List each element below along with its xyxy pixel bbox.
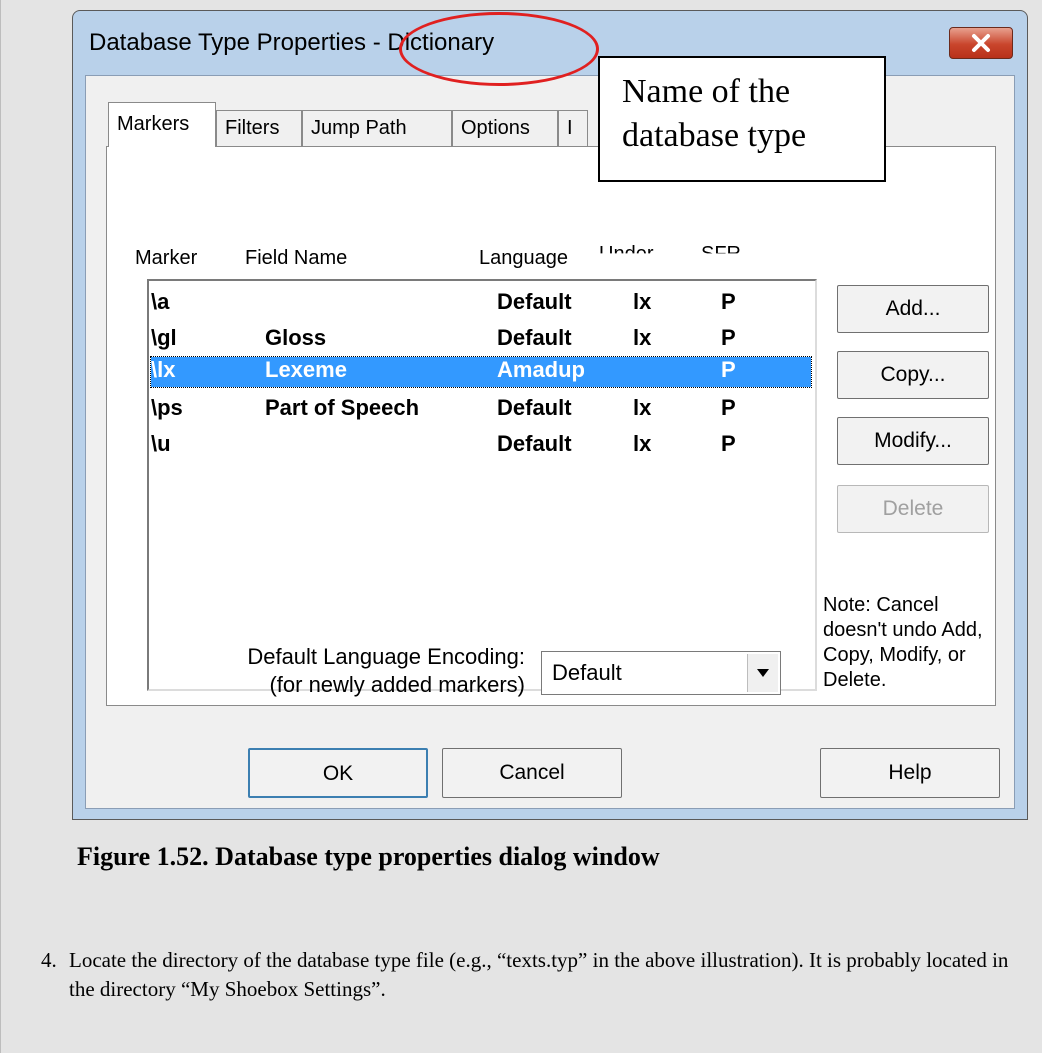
close-button[interactable] [949,27,1013,59]
delete-button[interactable]: Delete [837,485,989,533]
sfr-cell: P [721,357,736,382]
markers-tab-panel: Marker Field Name Language Under SFR \a … [106,146,996,706]
tab-jump-path[interactable]: Jump Path [302,110,452,146]
sfr-cell: P [721,395,736,420]
markers-list[interactable]: \a Default lx P \gl Gloss Default lx P \… [147,279,817,691]
dropdown-arrow-button[interactable] [747,654,778,692]
dialog-client-area: Markers Filters Jump Path Options I Mark… [85,75,1015,809]
marker-cell: \a [151,289,170,314]
sfr-cell: P [721,431,736,456]
highlight-ellipse [399,12,599,86]
under-cell: lx [633,289,652,314]
marker-cell: \ps [151,395,183,420]
add-button[interactable]: Add... [837,285,989,333]
column-header-under[interactable]: Under [599,243,653,253]
modify-button[interactable]: Modify... [837,417,989,465]
column-header-field-name[interactable]: Field Name [245,247,347,270]
language-cell: Default [497,289,572,314]
marker-cell: \gl [151,325,177,350]
marker-cell: \lx [151,357,176,382]
language-cell: Default [497,431,572,456]
callout-line1: Name of the [622,73,791,110]
annotation-callout: Name of the database type [598,56,886,182]
under-cell: lx [633,431,652,456]
sfr-cell: P [721,325,736,350]
field-name-cell: Gloss [265,325,327,350]
language-cell: Default [497,325,572,350]
field-name-cell: Part of Speech [265,395,420,420]
column-header-sfr[interactable]: SFR [701,243,741,253]
copy-button[interactable]: Copy... [837,351,989,399]
close-icon [972,34,990,52]
tab-options[interactable]: Options [452,110,558,146]
encoding-label: Default Language Encoding: (for newly ad… [185,643,525,699]
language-cell: Amadup [497,357,585,382]
step-number: 4. [41,948,57,972]
list-item-selected[interactable]: \lx Lexeme Amadup P [150,356,812,388]
under-cell: lx [633,325,652,350]
marker-cell: \u [151,431,171,456]
column-header-marker[interactable]: Marker [135,247,197,270]
chevron-down-icon [757,669,769,677]
tab-markers[interactable]: Markers [108,102,216,147]
tab-filters[interactable]: Filters [216,110,302,146]
step-text: Locate the directory of the database typ… [69,948,1009,1001]
help-button[interactable]: Help [820,748,1000,798]
document-page: Database Type Properties - Dictionary Ma… [0,0,1042,1053]
language-cell: Default [497,395,572,420]
callout-line2: database type [622,117,807,154]
under-cell: lx [633,395,652,420]
list-item[interactable]: \u Default lx P [151,427,811,463]
ok-button[interactable]: OK [248,748,428,798]
cancel-note: Note: Cancel doesn't undo Add, Copy, Mod… [823,594,983,691]
column-header-language[interactable]: Language [479,247,568,270]
list-item[interactable]: \a Default lx P [151,285,811,321]
encoding-select-value: Default [552,660,622,685]
list-item[interactable]: \ps Part of Speech Default lx P [151,391,811,427]
figure-caption: Figure 1.52. Database type properties di… [77,842,660,871]
field-name-cell: Lexeme [265,357,347,382]
encoding-label-line2: (for newly added markers) [269,672,525,697]
tab-partial[interactable]: I [558,110,588,146]
encoding-label-line1: Default Language Encoding: [247,644,525,669]
list-item[interactable]: \gl Gloss Default lx P [151,321,811,357]
sfr-cell: P [721,289,736,314]
default-encoding-select[interactable]: Default [541,651,781,695]
cancel-button[interactable]: Cancel [442,748,622,798]
